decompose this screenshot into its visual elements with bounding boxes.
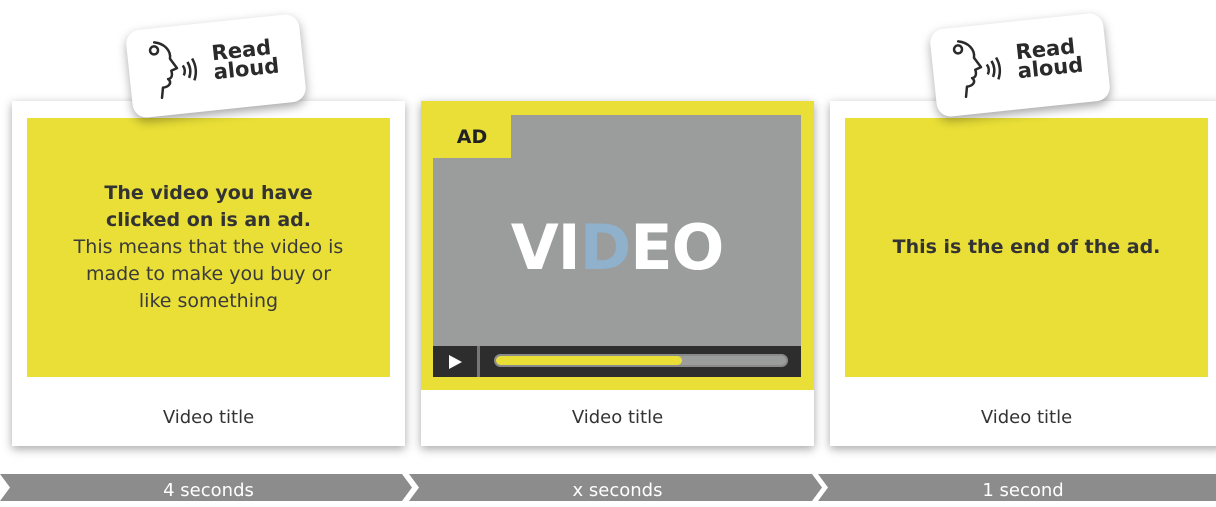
timeline-step-3: 1 second [982, 480, 1064, 501]
video-player[interactable]: AD VIDEO [433, 115, 801, 377]
video-title-caption: Video title [830, 390, 1216, 446]
ad-warning-body-line-2: made to make you buy or [85, 263, 332, 285]
timeline-step-2: x seconds [572, 480, 663, 501]
video-placeholder-text: VIDEO [433, 215, 801, 281]
video-text-start: VI [510, 211, 581, 284]
ad-label-badge: AD [433, 115, 511, 158]
read-aloud-label-line-2: aloud [1016, 52, 1085, 84]
ad-end-card: This is the end of the ad. Video title [830, 101, 1216, 446]
ad-warning-heading-line-1: The video you have [104, 182, 313, 204]
video-controls-bar [433, 346, 801, 377]
timeline-step-1: 4 seconds [163, 480, 254, 501]
play-icon [449, 354, 462, 369]
read-aloud-label: Read aloud [1014, 34, 1085, 84]
video-text-highlight: D [579, 211, 631, 284]
read-aloud-label-line-2: aloud [212, 53, 281, 85]
read-aloud-badge: Read aloud [124, 13, 308, 119]
read-aloud-badge: Read aloud [928, 12, 1112, 118]
ad-end-message: This is the end of the ad. [892, 236, 1161, 258]
video-ad-card: AD VIDEO Video title [421, 101, 814, 446]
play-button[interactable] [433, 346, 480, 377]
video-progress-bar[interactable] [494, 354, 788, 367]
ad-warning-body-line-1: This means that the video is [73, 236, 344, 258]
video-title-caption: Video title [421, 390, 814, 446]
ad-warning-card: The video you have clicked on is an ad. … [12, 101, 405, 446]
ad-warning-heading-line-2: clicked on is an ad. [105, 209, 311, 231]
read-aloud-label: Read aloud [210, 35, 281, 85]
ad-warning-message-panel: The video you have clicked on is an ad. … [27, 118, 390, 377]
speaking-head-icon [952, 40, 1002, 99]
video-text-end: EO [630, 211, 724, 284]
video-title-caption: Video title [12, 390, 405, 446]
speaking-head-icon [148, 41, 198, 100]
ad-end-message-panel: This is the end of the ad. [845, 118, 1208, 377]
ad-warning-body-line-3: like something [138, 290, 279, 312]
video-progress-fill [496, 356, 682, 365]
timeline: 4 seconds x seconds 1 second [0, 474, 1216, 501]
